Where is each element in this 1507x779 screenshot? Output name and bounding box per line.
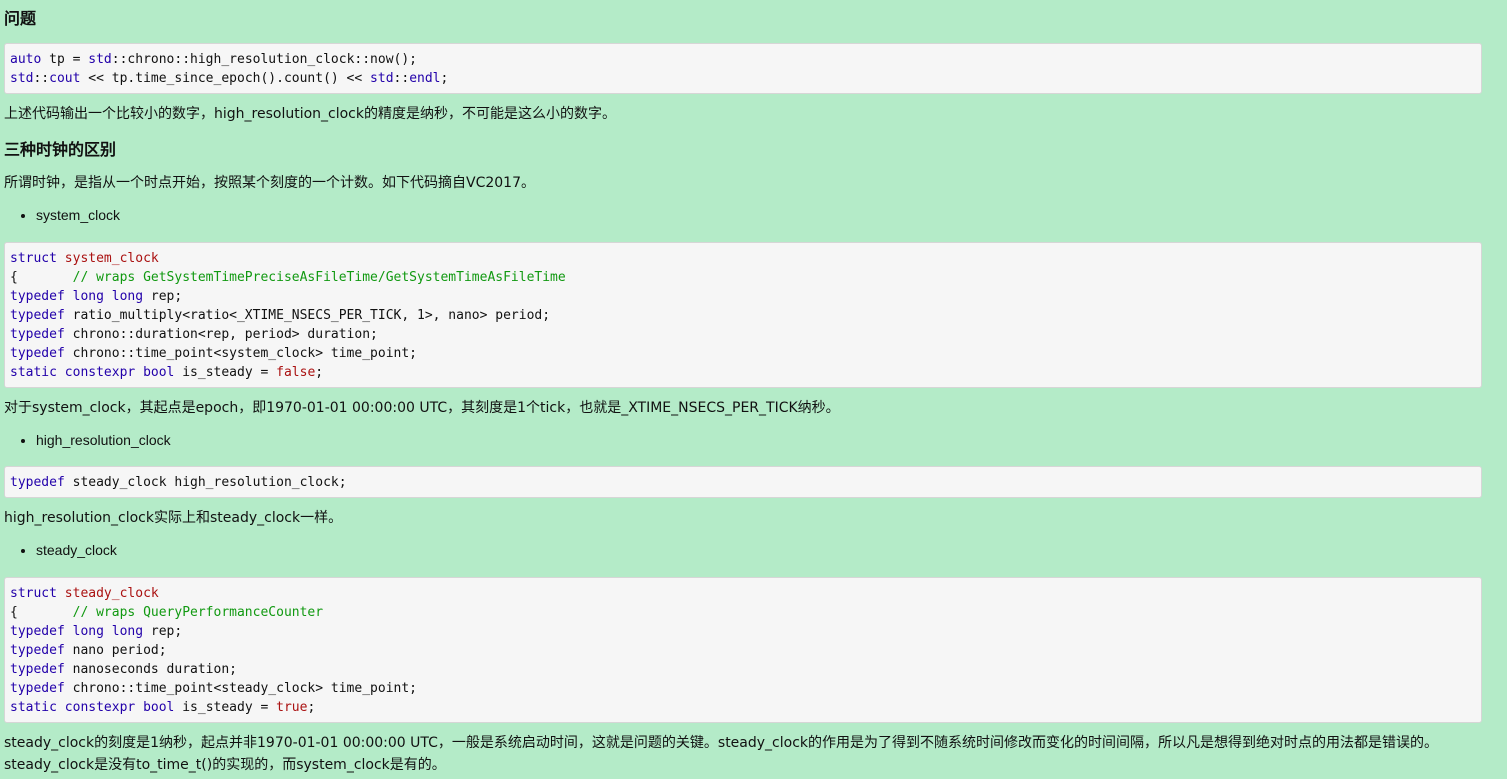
code-line: typedef nano period; <box>10 643 167 658</box>
code-line: struct system_clock <box>10 251 159 266</box>
heading-clock-difference: 三种时钟的区别 <box>4 140 117 159</box>
code-line: typedef chrono::duration<rep, period> du… <box>10 327 378 342</box>
code-block-problem: auto tp = std::chrono::high_resolution_c… <box>4 43 1482 94</box>
code-block-system-clock: struct system_clock { // wraps GetSystemT… <box>4 242 1482 388</box>
code-block-high-resolution-clock: typedef steady_clock high_resolution_clo… <box>4 466 1482 498</box>
list-item-steady-clock: steady_clock <box>36 541 117 560</box>
code-line: static constexpr bool is_steady = true; <box>10 700 316 715</box>
heading-problem: 问题 <box>4 9 37 28</box>
code-block-steady-clock: struct steady_clock { // wraps QueryPerfo… <box>4 577 1482 723</box>
bullet-list-hrc: high_resolution_clock <box>4 431 171 450</box>
code-line: typedef long long rep; <box>10 289 183 304</box>
code-line: typedef ratio_multiply<ratio<_XTIME_NSEC… <box>10 308 551 323</box>
bullet-list-steady: steady_clock <box>4 541 117 560</box>
paragraph-steady-clock-1: steady_clock的刻度是1纳秒，起点并非1970-01-01 00:00… <box>4 735 1439 751</box>
code-line: typedef chrono::time_point<system_clock>… <box>10 346 417 361</box>
list-item-high-resolution-clock: high_resolution_clock <box>36 431 171 450</box>
list-item-system-clock: system_clock <box>36 206 120 225</box>
code-line: typedef steady_clock high_resolution_clo… <box>10 475 347 490</box>
code-line: typedef long long rep; <box>10 624 183 639</box>
paragraph-system-clock: 对于system_clock，其起点是epoch，即1970-01-01 00:… <box>4 400 840 416</box>
paragraph-intro: 所谓时钟，是指从一个时点开始，按照某个刻度的一个计数。如下代码摘自VC2017。 <box>4 175 535 191</box>
bullet-list-system: system_clock <box>4 206 120 225</box>
code-line: { // wraps QueryPerformanceCounter <box>10 605 324 620</box>
paragraph-high-resolution-clock: high_resolution_clock实际上和steady_clock一样。 <box>4 510 343 526</box>
paragraph-steady-clock-2: steady_clock是没有to_time_t()的实现的，而system_c… <box>4 757 446 773</box>
code-line: struct steady_clock <box>10 586 159 601</box>
paragraph-problem: 上述代码输出一个比较小的数字，high_resolution_clock的精度是… <box>4 106 616 122</box>
code-line: auto tp = std::chrono::high_resolution_c… <box>10 52 418 67</box>
code-line: typedef chrono::time_point<steady_clock>… <box>10 681 417 696</box>
code-line: typedef nanoseconds duration; <box>10 662 237 677</box>
code-line: std::cout << tp.time_since_epoch().count… <box>10 71 449 86</box>
code-line: { // wraps GetSystemTimePreciseAsFileTim… <box>10 270 566 285</box>
code-line: static constexpr bool is_steady = false; <box>10 365 324 380</box>
